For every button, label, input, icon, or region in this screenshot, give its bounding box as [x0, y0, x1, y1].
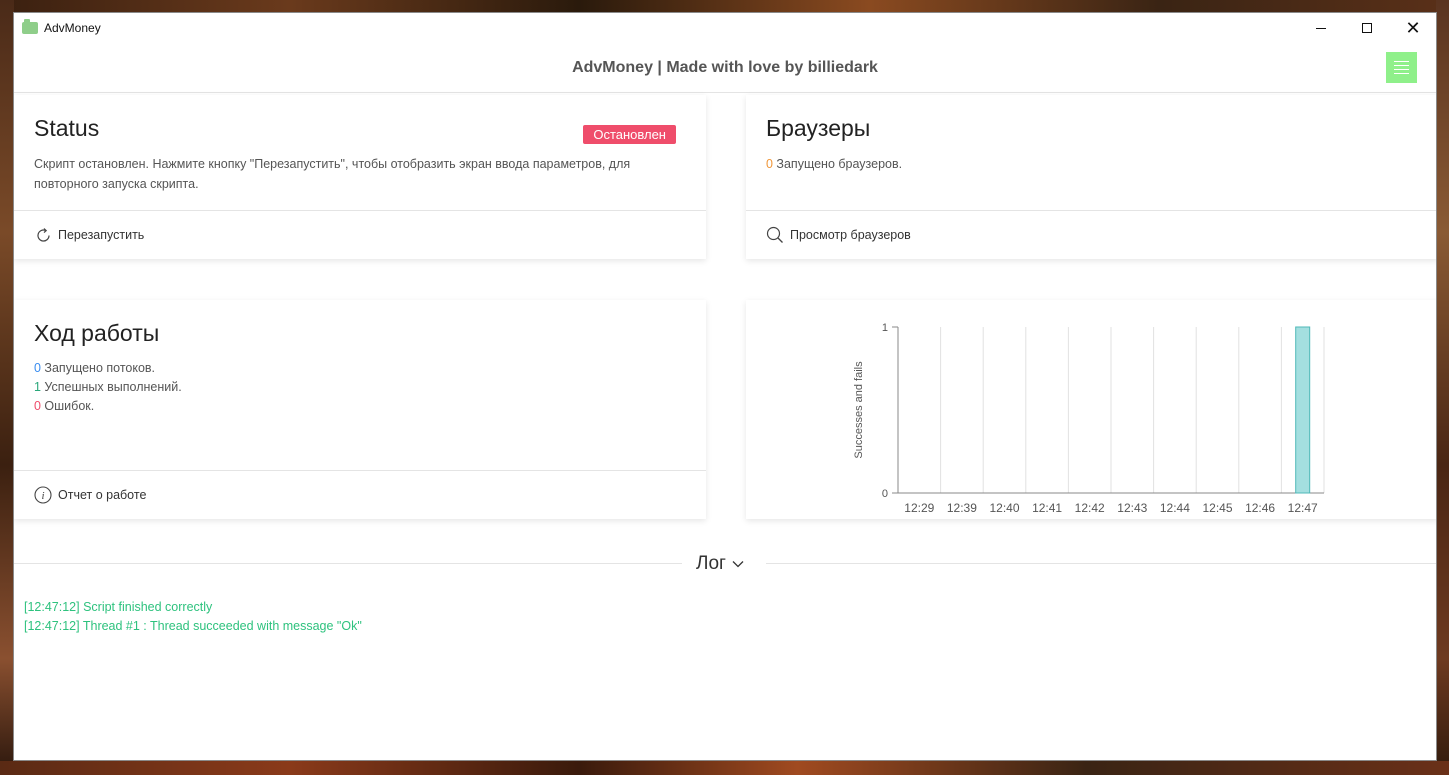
log-line: [12:47:12] Script finished correctly [24, 600, 213, 614]
maximize-button[interactable] [1344, 13, 1390, 43]
progress-title: Ход работы [34, 320, 160, 346]
restart-button[interactable]: Перезапустить [14, 210, 706, 259]
maximize-icon [1362, 23, 1372, 33]
page-title: AdvMoney | Made with love by billiedark [572, 58, 878, 76]
view-browsers-label: Просмотр браузеров [790, 228, 911, 242]
chevron-down-icon [732, 561, 744, 568]
hamburger-icon [1394, 61, 1409, 62]
menu-button[interactable] [1386, 52, 1417, 83]
bar [1295, 326, 1311, 494]
search-icon [766, 226, 784, 244]
x-tick-label: 12:44 [1160, 501, 1190, 515]
log-line: [12:47:12] Thread #1 : Thread succeeded … [24, 619, 362, 633]
app-header: AdvMoney | Made with love by billiedark [14, 43, 1436, 93]
threads-count: 0 [34, 361, 41, 375]
chart-card: 0 1 12:29 12:39 12:40 12:41 12:42 12:43 12:44 12:… [746, 300, 1436, 519]
x-tick-label: 12:41 [1032, 501, 1062, 515]
title-bar[interactable]: AdvMoney ✕ [14, 13, 1436, 43]
browsers-count-line: 0 Запущено браузеров. [766, 154, 1418, 174]
success-count: 1 [34, 380, 41, 394]
view-browsers-button[interactable]: Просмотр браузеров [746, 210, 1436, 259]
restart-label: Перезапустить [58, 228, 145, 242]
errors-line: 0 Ошибок. [34, 397, 686, 416]
status-card: Status Остановлен Скрипт остановлен. Наж… [14, 95, 706, 259]
browsers-count-label: Запущено браузеров. [772, 157, 903, 171]
browsers-count: 0 [766, 157, 773, 171]
x-tick-label: 12:29 [904, 501, 934, 515]
errors-label: Ошибок. [40, 399, 95, 413]
folder-icon [22, 19, 38, 34]
y-tick-label: 1 [882, 322, 888, 334]
x-tick-label: 12:45 [1202, 501, 1232, 515]
errors-count: 0 [34, 399, 41, 413]
successes-chart: 0 1 12:29 12:39 12:40 12:41 12:42 12:43 12:44 12:… [853, 322, 1325, 515]
success-label: Успешных выполнений. [40, 380, 182, 394]
x-tick-label: 12:47 [1288, 501, 1318, 515]
y-tick-label: 0 [882, 488, 888, 500]
threads-label: Запущено потоков. [40, 361, 156, 375]
success-line: 1 Успешных выполнений. [34, 378, 686, 397]
status-badge: Остановлен [583, 125, 676, 144]
progress-card: Ход работы 0 Запущено потоков. 1 Успешны… [14, 300, 706, 519]
window-title: AdvMoney [44, 21, 101, 35]
x-tick-label: 12:46 [1245, 501, 1275, 515]
close-icon: ✕ [1405, 18, 1421, 38]
browsers-title: Браузеры [766, 115, 871, 141]
x-tick-label: 12:40 [989, 501, 1019, 515]
y-axis-label: Successes and fails [853, 361, 865, 459]
x-tick-label: 12:39 [947, 501, 977, 515]
refresh-icon [34, 226, 52, 244]
app-window: AdvMoney ✕ AdvMoney | Made with love by … [13, 12, 1437, 761]
minimize-icon [1316, 27, 1326, 29]
svg-text:i: i [41, 490, 44, 502]
minimize-button[interactable] [1298, 13, 1344, 43]
report-label: Отчет о работе [58, 488, 147, 502]
x-tick-label: 12:42 [1075, 501, 1105, 515]
close-button[interactable]: ✕ [1390, 13, 1436, 43]
status-description: Скрипт остановлен. Нажмите кнопку "Перез… [34, 157, 631, 191]
log-title: Лог [696, 553, 726, 574]
threads-line: 0 Запущено потоков. [34, 359, 686, 378]
x-tick-label: 12:43 [1117, 501, 1147, 515]
log-toggle[interactable]: Лог [696, 553, 744, 575]
report-button[interactable]: i Отчет о работе [14, 470, 706, 519]
browsers-card: Браузеры 0 Запущено браузеров. Просмотр … [746, 95, 1436, 259]
info-icon: i [34, 486, 52, 504]
log-output: [12:47:12] Script finished correctly [12… [24, 598, 362, 636]
